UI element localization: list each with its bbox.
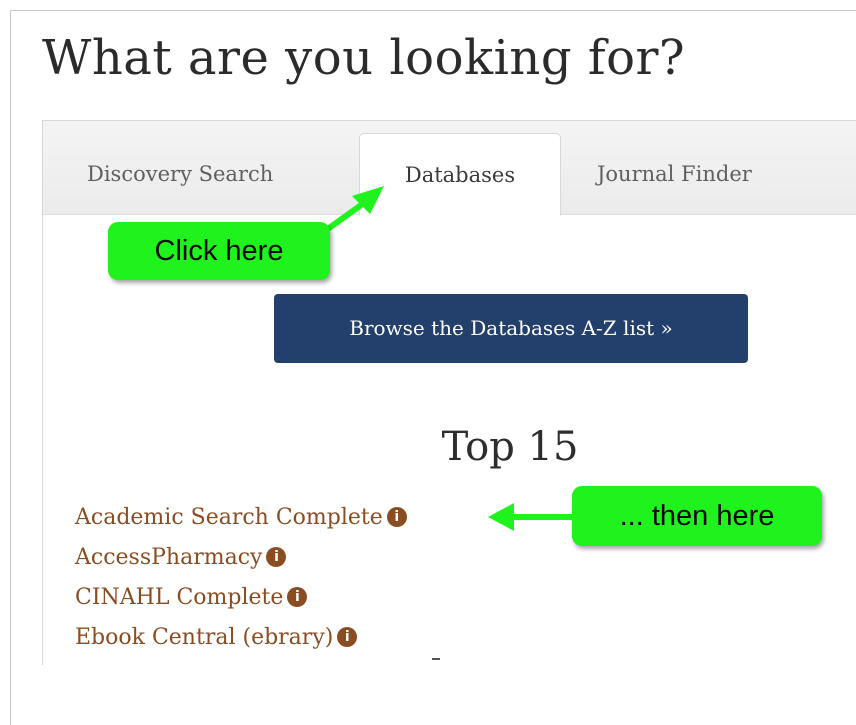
browse-databases-button[interactable]: Browse the Databases A-Z list »: [274, 294, 748, 363]
info-icon[interactable]: i: [287, 587, 308, 607]
info-icon[interactable]: i: [337, 627, 358, 647]
callout-then-here: ... then here: [572, 486, 822, 546]
list-item: AccessPharmacy i: [75, 538, 407, 578]
database-link-academic-search-complete[interactable]: Academic Search Complete: [75, 505, 383, 530]
info-icon[interactable]: i: [386, 507, 407, 527]
info-icon[interactable]: i: [266, 547, 287, 567]
page-title: What are you looking for?: [42, 30, 686, 86]
cropped-area: [11, 665, 856, 725]
tab-discovery-search[interactable]: Discovery Search: [65, 133, 355, 215]
list-item: Academic Search Complete i: [75, 498, 407, 538]
database-link-cinahl-complete[interactable]: CINAHL Complete: [75, 585, 283, 610]
tab-bar: Discovery Search Databases Journal Finde…: [43, 121, 856, 216]
list-item: CINAHL Complete i: [75, 578, 407, 618]
list-item: Ebook Central (ebrary) i: [75, 618, 407, 658]
database-link-accesspharmacy[interactable]: AccessPharmacy: [75, 545, 262, 570]
tab-journal-finder[interactable]: Journal Finder: [597, 133, 827, 215]
tab-databases[interactable]: Databases: [359, 133, 561, 216]
callout-click-here: Click here: [108, 222, 330, 280]
database-link-ebook-central[interactable]: Ebook Central (ebrary): [75, 625, 333, 650]
database-list: Academic Search Complete i AccessPharmacy…: [75, 498, 407, 658]
truncated-item-fragment: [432, 658, 440, 660]
top-list-title: Top 15: [441, 424, 579, 470]
